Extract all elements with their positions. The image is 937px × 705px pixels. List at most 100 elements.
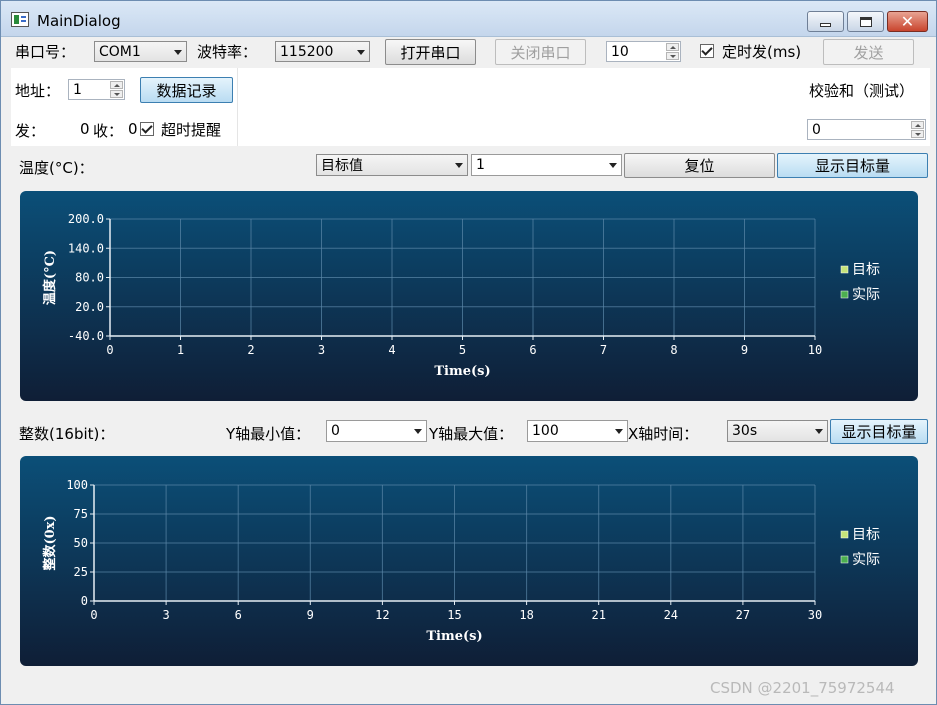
legend-swatch: [840, 530, 849, 539]
port-select-value: COM1: [99, 43, 141, 60]
spin-up-icon[interactable]: [110, 81, 123, 89]
chevron-down-icon: [455, 163, 463, 168]
timed-send-checkbox[interactable]: [700, 44, 714, 58]
open-port-button[interactable]: 打开串口: [385, 39, 476, 65]
x-tick-label: 4: [388, 343, 395, 357]
y-tick-label: 75: [74, 507, 88, 521]
send-button[interactable]: 发送: [823, 39, 914, 65]
maximize-button[interactable]: [847, 11, 884, 32]
temp-show-target-button[interactable]: 显示目标量: [777, 153, 928, 178]
address-value: 1: [73, 81, 82, 98]
spin-up-icon[interactable]: [911, 121, 924, 129]
x-axis-title: Time(s): [434, 364, 490, 379]
x-tick-label: 8: [670, 343, 677, 357]
x-tick-label: 2: [247, 343, 254, 357]
watermark-text: CSDN @2201_75972544: [710, 679, 895, 697]
chevron-down-icon: [414, 429, 422, 434]
temp-mode-select[interactable]: 目标值: [316, 154, 468, 176]
spin-down-icon[interactable]: [666, 52, 679, 60]
temperature-chart: 0 1 2 3 4 5 6 7 8 9 10 -40.0 20.0 80.0 140.0 200.0 Time(…: [20, 191, 918, 401]
y-tick-label: -40.0: [68, 329, 104, 343]
x-tick-label: 3: [162, 608, 169, 622]
legend-swatch: [840, 290, 849, 299]
spin-up-icon[interactable]: [666, 43, 679, 51]
timed-send-label: 定时发(ms): [722, 43, 802, 61]
int-show-target-button[interactable]: 显示目标量: [830, 419, 928, 444]
y-tick-label: 50: [74, 536, 88, 550]
checksum-spinbox[interactable]: 0: [807, 119, 926, 140]
legend-swatch: [840, 265, 849, 274]
y-tick-label: 100: [66, 478, 88, 492]
recv-count-value: 0: [128, 120, 138, 138]
temp-mode-value: 目标值: [321, 158, 363, 174]
int16-chart: 0 3 6 9 12 15 18 21 24 27 30 0 25 50 75 100 Time(s) 整数(0x…: [20, 456, 918, 666]
data-record-button[interactable]: 数据记录: [140, 77, 233, 103]
minimize-icon: [820, 22, 831, 27]
main-dialog-window: MainDialog ✕ 串口号： COM1 波特率： 115200 打开串口 …: [0, 0, 937, 705]
x-tick-label: 21: [591, 608, 605, 622]
temp-channel-value: 1: [476, 157, 485, 173]
window-title: MainDialog: [37, 12, 121, 30]
y-axis-title: 整数(0x): [42, 515, 58, 571]
ymin-label: Y轴最小值：: [226, 425, 311, 443]
x-tick-label: 6: [529, 343, 536, 357]
x-tick-label: 7: [600, 343, 607, 357]
title-bar[interactable]: MainDialog ✕: [1, 1, 936, 37]
x-tick-label: 10: [808, 343, 822, 357]
legend-label: 实际: [852, 287, 880, 303]
spin-down-icon[interactable]: [110, 90, 123, 98]
chevron-down-icon: [815, 429, 823, 434]
ymin-select[interactable]: 0: [326, 420, 427, 442]
ymax-select[interactable]: 100: [527, 420, 628, 442]
spin-down-icon[interactable]: [911, 130, 924, 138]
temperature-chart-svg: 0 1 2 3 4 5 6 7 8 9 10 -40.0 20.0 80.0 140.0 200.0 Time(…: [42, 212, 880, 379]
y-tick-label: 80.0: [75, 271, 104, 285]
y-tick-label: 0: [81, 594, 88, 608]
temp-channel-select[interactable]: 1: [471, 154, 622, 176]
y-tick-label: 200.0: [68, 212, 104, 226]
close-port-button[interactable]: 关闭串口: [495, 39, 586, 65]
close-icon: ✕: [900, 11, 915, 31]
send-count-label: 发：: [15, 122, 46, 140]
xtime-select[interactable]: 30s: [727, 420, 828, 442]
reset-button[interactable]: 复位: [624, 153, 775, 178]
x-tick-label: 5: [459, 343, 466, 357]
interval-spinbox[interactable]: 10: [606, 41, 681, 62]
x-tick-label: 0: [90, 608, 97, 622]
baud-label: 波特率：: [197, 43, 258, 61]
timeout-alert-checkbox[interactable]: [140, 122, 154, 136]
maximize-icon: [859, 16, 872, 27]
close-button[interactable]: ✕: [887, 11, 928, 32]
xtime-value: 30s: [732, 423, 758, 439]
x-tick-label: 30: [808, 608, 822, 622]
x-tick-label: 3: [318, 343, 325, 357]
minimize-button[interactable]: [807, 11, 844, 32]
y-tick-label: 25: [74, 565, 88, 579]
address-spinbox[interactable]: 1: [68, 79, 125, 100]
x-tick-label: 12: [375, 608, 389, 622]
x-tick-label: 9: [307, 608, 314, 622]
int16-chart-svg: 0 3 6 9 12 15 18 21 24 27 30 0 25 50 75 100 Time(s) 整数(0x…: [42, 478, 880, 644]
x-tick-label: 1: [177, 343, 184, 357]
x-tick-label: 0: [106, 343, 113, 357]
port-label: 串口号：: [15, 43, 76, 61]
ymin-value: 0: [331, 423, 340, 439]
y-tick-label: 140.0: [68, 241, 104, 255]
xtime-label: X轴时间：: [628, 425, 699, 443]
chevron-down-icon: [609, 163, 617, 168]
x-tick-label: 9: [741, 343, 748, 357]
port-select[interactable]: COM1: [94, 41, 187, 62]
legend-label: 实际: [852, 552, 880, 568]
x-tick-label: 24: [664, 608, 678, 622]
recv-count-label: 收：: [93, 122, 124, 140]
legend-swatch: [840, 555, 849, 564]
int16-label: 整数(16bit)：: [19, 425, 115, 443]
app-icon: [11, 12, 29, 27]
ymax-label: Y轴最大值：: [429, 425, 514, 443]
chevron-down-icon: [357, 49, 365, 55]
temperature-label: 温度(°C)：: [19, 159, 94, 177]
send-count-value: 0: [80, 120, 90, 138]
log-text-area[interactable]: [237, 68, 805, 146]
x-axis-title: Time(s): [426, 629, 482, 644]
baud-select[interactable]: 115200: [275, 41, 370, 62]
